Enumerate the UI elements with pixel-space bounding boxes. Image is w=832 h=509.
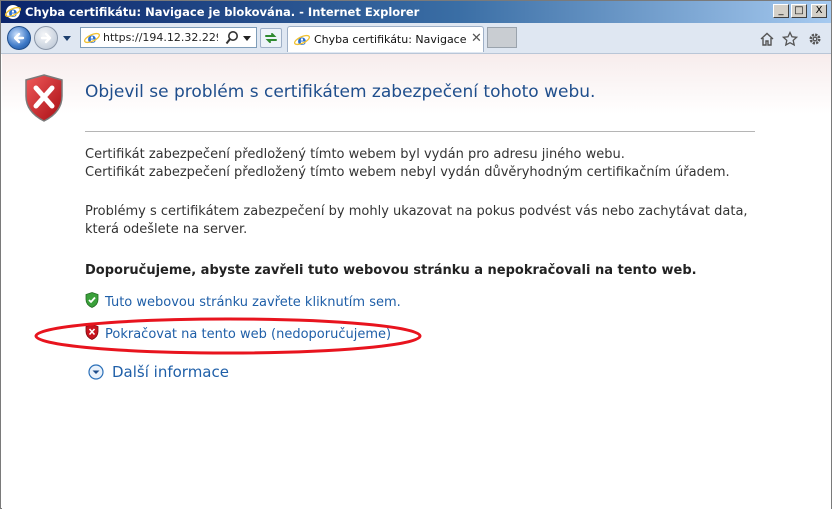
new-tab-button[interactable] bbox=[487, 27, 517, 48]
back-button[interactable] bbox=[7, 26, 31, 50]
gear-icon[interactable] bbox=[807, 31, 823, 47]
back-arrow-icon bbox=[13, 32, 25, 44]
address-dropdown-icon[interactable] bbox=[242, 34, 252, 42]
window-title: Chyba certifikátu: Navigace je blokována… bbox=[25, 5, 420, 19]
page-title: Objevil se problém s certifikátem zabezp… bbox=[85, 82, 596, 102]
divider bbox=[85, 131, 755, 132]
browser-window: e Chyba certifikátu: Navigace je bloková… bbox=[0, 0, 832, 509]
refresh-button[interactable] bbox=[260, 28, 282, 48]
minimize-button[interactable]: _ bbox=[773, 4, 789, 18]
forward-button[interactable] bbox=[34, 26, 58, 50]
history-dropdown-icon[interactable] bbox=[62, 34, 72, 42]
title-bar: e Chyba certifikátu: Navigace je bloková… bbox=[1, 1, 831, 23]
close-page-link[interactable]: Tuto webovou stránku zavřete kliknutím s… bbox=[105, 295, 401, 310]
home-icon[interactable] bbox=[759, 31, 775, 47]
security-warning: Problémy s certifikátem zabezpečení by m… bbox=[85, 203, 748, 239]
maximize-button[interactable]: □ bbox=[791, 4, 807, 18]
warning-line-2: která odešlete na server. bbox=[85, 222, 248, 237]
address-bar[interactable]: e https://194.12.32.229:5 bbox=[80, 27, 257, 48]
chevron-down-icon[interactable] bbox=[88, 364, 104, 380]
tab-close-icon[interactable]: ✕ bbox=[471, 31, 482, 46]
site-ie-icon: e bbox=[84, 31, 100, 46]
tab-certificate-error[interactable]: e Chyba certifikátu: Navigace j... ✕ bbox=[287, 26, 484, 52]
tab-ie-icon: e bbox=[294, 33, 310, 48]
green-shield-icon bbox=[85, 292, 99, 308]
warning-line-1: Problémy s certifikátem zabezpečení by m… bbox=[85, 204, 748, 219]
detail-line-1: Certifikát zabezpečení předložený tímto … bbox=[85, 147, 625, 162]
address-url[interactable]: https://194.12.32.229:5 bbox=[103, 31, 218, 44]
certificate-details: Certifikát zabezpečení předložený tímto … bbox=[85, 146, 730, 182]
favorites-star-icon[interactable] bbox=[782, 31, 798, 47]
recommendation-text: Doporučujeme, abyste zavřeli tuto webovo… bbox=[85, 263, 697, 278]
navigation-toolbar: e https://194.12.32.229:5 e Chyba certif… bbox=[1, 23, 831, 54]
error-page: Objevil se problém s certifikátem zabezp… bbox=[2, 54, 831, 509]
search-icon[interactable] bbox=[225, 30, 239, 45]
refresh-icon bbox=[265, 33, 277, 43]
tab-label: Chyba certifikátu: Navigace j... bbox=[314, 33, 466, 46]
more-information-link[interactable]: Další informace bbox=[112, 363, 229, 381]
internet-explorer-icon: e bbox=[5, 5, 21, 20]
shield-error-icon bbox=[25, 74, 63, 122]
highlight-ellipse bbox=[34, 317, 422, 355]
forward-arrow-icon bbox=[40, 32, 52, 44]
close-window-button[interactable]: X bbox=[811, 4, 827, 18]
detail-line-2: Certifikát zabezpečení předložený tímto … bbox=[85, 165, 730, 180]
